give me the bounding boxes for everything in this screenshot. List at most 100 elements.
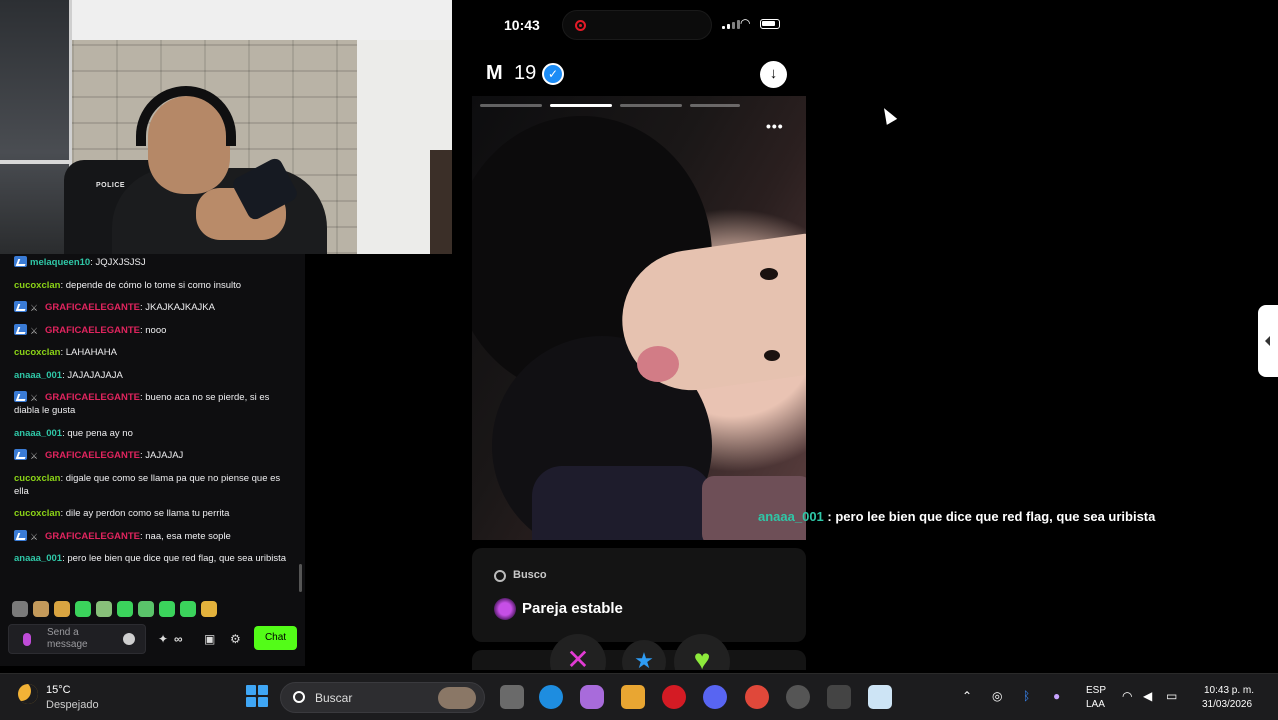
start-button[interactable] xyxy=(246,685,268,707)
chat-scrollbar[interactable] xyxy=(299,564,302,592)
chat-username[interactable]: GRAFICAELEGANTE xyxy=(45,450,140,461)
subscriber-badge-icon[interactable] xyxy=(14,323,27,335)
task-view-icon[interactable] xyxy=(500,685,524,709)
chat-message-text: : naa, esa mete sople xyxy=(140,530,231,542)
chat-username[interactable]: anaaa_001 xyxy=(14,370,62,381)
looking-for-card xyxy=(472,548,806,642)
language-code[interactable]: ESP xyxy=(1086,685,1106,696)
weather-description[interactable]: Despejado xyxy=(46,699,99,711)
chat-message: ⚔ GRAFICAELEGANTE: nooo xyxy=(14,323,297,337)
chat-send-button[interactable]: Chat xyxy=(254,626,297,650)
overlay-chat-text: : pero lee bien que dice que red flag, q… xyxy=(823,509,1156,524)
emote-green-5[interactable] xyxy=(159,601,175,617)
chat-username[interactable]: GRAFICAELEGANTE xyxy=(45,302,140,313)
weather-moon-icon[interactable] xyxy=(18,684,38,704)
microphone-tray-icon[interactable]: ● xyxy=(1053,689,1060,703)
discord-icon[interactable] xyxy=(703,685,727,709)
chat-message: cucoxclan: digale que como se llama pa q… xyxy=(14,472,297,498)
chat-message-text: : que pena ay no xyxy=(62,427,133,439)
chat-username[interactable]: cucoxclan xyxy=(14,508,60,519)
emoji-picker-icon[interactable] xyxy=(123,633,135,645)
capcut-icon[interactable] xyxy=(827,685,851,709)
more-options-icon[interactable]: ••• xyxy=(766,118,784,134)
microphone-icon[interactable] xyxy=(23,633,31,646)
dynamic-island xyxy=(562,10,712,40)
super-like-button[interactable]: ★ xyxy=(622,640,666,670)
record-tray-icon[interactable]: ◎ xyxy=(992,689,1002,703)
chat-message-text: : depende de cómo lo tome si como insult… xyxy=(60,279,242,291)
clock-date[interactable]: 31/03/2026 xyxy=(1202,699,1252,710)
chat-input-placeholder: Send a message xyxy=(47,627,88,650)
volume-icon[interactable]: ◀ xyxy=(1143,689,1152,703)
moderator-sword-icon[interactable]: ⚔ xyxy=(30,392,41,403)
opera-browser-icon[interactable] xyxy=(662,685,686,709)
obs-studio-icon[interactable] xyxy=(786,685,810,709)
weather-temperature[interactable]: 15°C xyxy=(46,684,71,696)
emote-green-1[interactable] xyxy=(75,601,91,617)
chat-message-text: : JAJAJAJAJA xyxy=(62,369,123,381)
chat-username[interactable]: GRAFICAELEGANTE xyxy=(45,325,140,336)
chat-message: cucoxclan: depende de cómo lo tome si co… xyxy=(14,279,297,292)
taskbar-search[interactable]: Buscar xyxy=(280,682,485,713)
moderator-sword-icon[interactable]: ⚔ xyxy=(30,302,41,313)
emote-green-3[interactable] xyxy=(117,601,133,617)
show-hidden-icons-icon[interactable]: ⌃ xyxy=(962,689,972,703)
chat-username[interactable]: cucoxclan xyxy=(14,280,60,291)
gift-icon[interactable]: ▣ xyxy=(204,632,215,646)
subscriber-badge-icon[interactable] xyxy=(14,529,27,541)
emote-cat[interactable] xyxy=(33,601,49,617)
chat-username[interactable]: melaqueen10 xyxy=(30,257,90,268)
profile-name[interactable]: M xyxy=(486,62,503,85)
moderator-sword-icon[interactable]: ⚔ xyxy=(30,450,41,461)
chat-username[interactable]: cucoxclan xyxy=(14,347,60,358)
search-icon xyxy=(494,570,506,582)
side-panel-toggle[interactable] xyxy=(1258,305,1278,377)
emote-green-4[interactable] xyxy=(138,601,154,617)
chat-username[interactable]: anaaa_001 xyxy=(14,428,62,439)
subscriber-badge-icon[interactable] xyxy=(14,256,27,267)
emote-green-2[interactable] xyxy=(96,601,112,617)
webcam-ceiling xyxy=(72,0,452,40)
emote-heart[interactable] xyxy=(201,601,217,617)
overlay-chat-message: anaaa_001 : pero lee bien que dice que r… xyxy=(758,509,1155,524)
microsoft-store-icon[interactable] xyxy=(621,685,645,709)
chrome-browser-icon[interactable] xyxy=(745,685,769,709)
emote-green-6[interactable] xyxy=(180,601,196,617)
moderator-sword-icon[interactable]: ⚔ xyxy=(30,325,41,336)
settings-gear-icon[interactable]: ⚙ xyxy=(230,632,241,646)
bluetooth-icon[interactable]: ᛒ xyxy=(1023,689,1030,703)
subscriber-badge-icon[interactable] xyxy=(14,449,27,460)
clock-time[interactable]: 10:43 p. m. xyxy=(1204,685,1254,696)
verified-badge-icon: ✓ xyxy=(542,63,564,85)
webcam-feed: POLICE xyxy=(0,0,452,254)
chat-message: melaqueen10: JQJXJSJSJ xyxy=(14,256,297,269)
chat-message: ⚔ GRAFICAELEGANTE: naa, esa mete sople xyxy=(14,529,297,543)
chat-message-list[interactable]: melaqueen10: JQJXJSJSJ cucoxclan: depende… xyxy=(0,254,305,594)
overlay-chat-user: anaaa_001 xyxy=(758,509,824,524)
chat-username[interactable]: GRAFICAELEGANTE xyxy=(45,392,140,403)
relationship-goal-icon xyxy=(494,598,516,620)
moderator-sword-icon[interactable]: ⚔ xyxy=(30,531,41,542)
emote-sword[interactable] xyxy=(12,601,28,617)
keyboard-layout[interactable]: LAA xyxy=(1086,699,1105,710)
subscriber-badge-icon[interactable] xyxy=(14,391,27,402)
chat-message: ⚔ GRAFICAELEGANTE: JAJAJAJ xyxy=(14,449,297,462)
battery-tray-icon[interactable]: ▭ xyxy=(1166,689,1177,703)
photo-progress-segment xyxy=(690,104,740,107)
infinity-icon[interactable]: ∞ xyxy=(174,632,183,646)
chat-users-icon[interactable]: ✦ xyxy=(158,632,168,646)
chat-message-input[interactable]: Send a message xyxy=(8,624,146,654)
app-icon[interactable] xyxy=(868,685,892,709)
edge-browser-icon[interactable] xyxy=(539,685,563,709)
cellular-signal-icon xyxy=(722,20,740,29)
desktop-screen: POLICE melaqueen10: JQJXJSJSJ cucoxclan: … xyxy=(0,0,1278,720)
chat-username[interactable]: GRAFICAELEGANTE xyxy=(45,531,140,542)
copilot-icon[interactable] xyxy=(580,685,604,709)
emote-face[interactable] xyxy=(54,601,70,617)
download-icon[interactable]: ↓ xyxy=(760,61,787,88)
chat-username[interactable]: anaaa_001 xyxy=(14,553,62,564)
subscriber-badge-icon[interactable] xyxy=(14,301,27,312)
wifi-tray-icon[interactable]: ◠ xyxy=(1122,689,1132,703)
profile-photo[interactable] xyxy=(472,96,806,540)
chat-username[interactable]: cucoxclan xyxy=(14,473,60,484)
